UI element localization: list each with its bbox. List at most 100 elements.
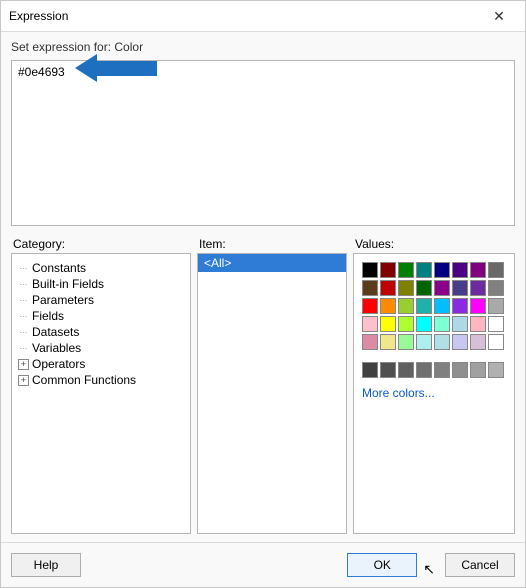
tree-leaf-icon: ⋯ (18, 263, 29, 274)
category-item-label: Variables (32, 341, 81, 355)
color-swatch[interactable] (452, 298, 468, 314)
category-label: Category: (13, 237, 191, 251)
color-swatch[interactable] (398, 262, 414, 278)
tree-leaf-icon: ⋯ (18, 343, 29, 354)
category-item[interactable]: ⋯Fields (16, 308, 186, 324)
expression-dialog: Expression ✕ Set expression for: Color C… (0, 0, 526, 588)
tree-leaf-icon: ⋯ (18, 279, 29, 290)
category-item[interactable]: ⋯Datasets (16, 324, 186, 340)
category-panel: Category: ⋯Constants⋯Built-in Fields⋯Par… (11, 235, 191, 534)
category-item[interactable]: ⋯Built-in Fields (16, 276, 186, 292)
color-swatch[interactable] (434, 298, 450, 314)
titlebar: Expression ✕ (1, 1, 525, 32)
color-swatch[interactable] (452, 262, 468, 278)
category-item-label: Fields (32, 309, 64, 323)
color-swatch[interactable] (470, 280, 486, 296)
category-item[interactable]: +Operators (16, 356, 186, 372)
color-swatch[interactable] (488, 298, 504, 314)
tree-expand-icon: + (18, 359, 29, 370)
color-swatch[interactable] (380, 334, 396, 350)
color-swatch[interactable] (452, 316, 468, 332)
color-swatch[interactable] (488, 334, 504, 350)
close-icon: ✕ (493, 8, 505, 25)
color-swatch[interactable] (452, 334, 468, 350)
color-swatch[interactable] (434, 280, 450, 296)
color-swatch[interactable] (434, 262, 450, 278)
grey-swatch-grid[interactable] (354, 354, 514, 382)
color-swatch[interactable] (398, 280, 414, 296)
color-swatch[interactable] (362, 334, 378, 350)
item-row[interactable]: <All> (198, 254, 346, 272)
right-buttons: OK ↖ Cancel (347, 553, 515, 577)
arrow-body (97, 61, 157, 76)
item-list[interactable]: <All> (197, 253, 347, 534)
category-item[interactable]: ⋯Parameters (16, 292, 186, 308)
color-swatch[interactable] (380, 298, 396, 314)
tree-expand-icon: + (18, 375, 29, 386)
help-button[interactable]: Help (11, 553, 81, 577)
tree-leaf-icon: ⋯ (18, 295, 29, 306)
color-swatch[interactable] (416, 316, 432, 332)
expression-input[interactable] (11, 60, 515, 226)
color-swatch[interactable] (470, 316, 486, 332)
color-swatch[interactable] (452, 280, 468, 296)
color-swatch[interactable] (470, 298, 486, 314)
color-swatch[interactable] (362, 298, 378, 314)
close-button[interactable]: ✕ (481, 5, 517, 27)
category-item[interactable]: ⋯Constants (16, 260, 186, 276)
cursor-icon: ↖ (423, 561, 435, 578)
color-swatch[interactable] (398, 298, 414, 314)
color-swatch[interactable] (470, 262, 486, 278)
color-swatch[interactable] (380, 316, 396, 332)
category-tree[interactable]: ⋯Constants⋯Built-in Fields⋯Parameters⋯Fi… (12, 254, 190, 394)
category-item[interactable]: +Common Functions (16, 372, 186, 388)
item-label: Item: (199, 237, 347, 251)
more-colors-link[interactable]: More colors... (354, 382, 514, 404)
dialog-footer: Help OK ↖ Cancel (1, 542, 525, 587)
color-swatch[interactable] (416, 262, 432, 278)
grey-swatch[interactable] (398, 362, 414, 378)
category-item-label: Datasets (32, 325, 79, 339)
grey-swatch[interactable] (470, 362, 486, 378)
color-swatch[interactable] (416, 334, 432, 350)
grey-swatch[interactable] (380, 362, 396, 378)
color-swatch[interactable] (380, 280, 396, 296)
grey-swatch[interactable] (416, 362, 432, 378)
cancel-button[interactable]: Cancel (445, 553, 515, 577)
color-swatch[interactable] (488, 280, 504, 296)
ok-button[interactable]: OK (347, 553, 417, 577)
category-item-label: Common Functions (32, 373, 136, 387)
color-swatch[interactable] (416, 298, 432, 314)
tree-leaf-icon: ⋯ (18, 327, 29, 338)
grey-swatch[interactable] (434, 362, 450, 378)
color-swatch[interactable] (398, 316, 414, 332)
grey-swatch[interactable] (452, 362, 468, 378)
color-swatch[interactable] (488, 316, 504, 332)
color-swatch[interactable] (470, 334, 486, 350)
category-item-label: Constants (32, 261, 86, 275)
color-swatch-grid[interactable] (354, 254, 514, 354)
annotation-arrow (75, 58, 157, 78)
category-item[interactable]: ⋯Variables (16, 340, 186, 356)
values-panel: Values: More colors... (353, 235, 515, 534)
dialog-body: Set expression for: Color Category: ⋯Con… (1, 32, 525, 542)
category-tree-box: ⋯Constants⋯Built-in Fields⋯Parameters⋯Fi… (11, 253, 191, 534)
category-item-label: Operators (32, 357, 85, 371)
color-swatch[interactable] (380, 262, 396, 278)
color-swatch[interactable] (398, 334, 414, 350)
color-swatch[interactable] (416, 280, 432, 296)
grey-swatch[interactable] (488, 362, 504, 378)
color-swatch[interactable] (434, 334, 450, 350)
category-item-label: Parameters (32, 293, 94, 307)
color-swatch[interactable] (362, 262, 378, 278)
color-swatch[interactable] (488, 262, 504, 278)
values-label: Values: (355, 237, 515, 251)
expression-wrap (11, 60, 515, 229)
color-swatch[interactable] (362, 280, 378, 296)
prompt-label: Set expression for: Color (11, 40, 515, 54)
grey-swatch[interactable] (362, 362, 378, 378)
color-swatch[interactable] (362, 316, 378, 332)
color-swatch[interactable] (434, 316, 450, 332)
arrow-left-icon (75, 54, 97, 82)
window-title: Expression (9, 9, 68, 23)
